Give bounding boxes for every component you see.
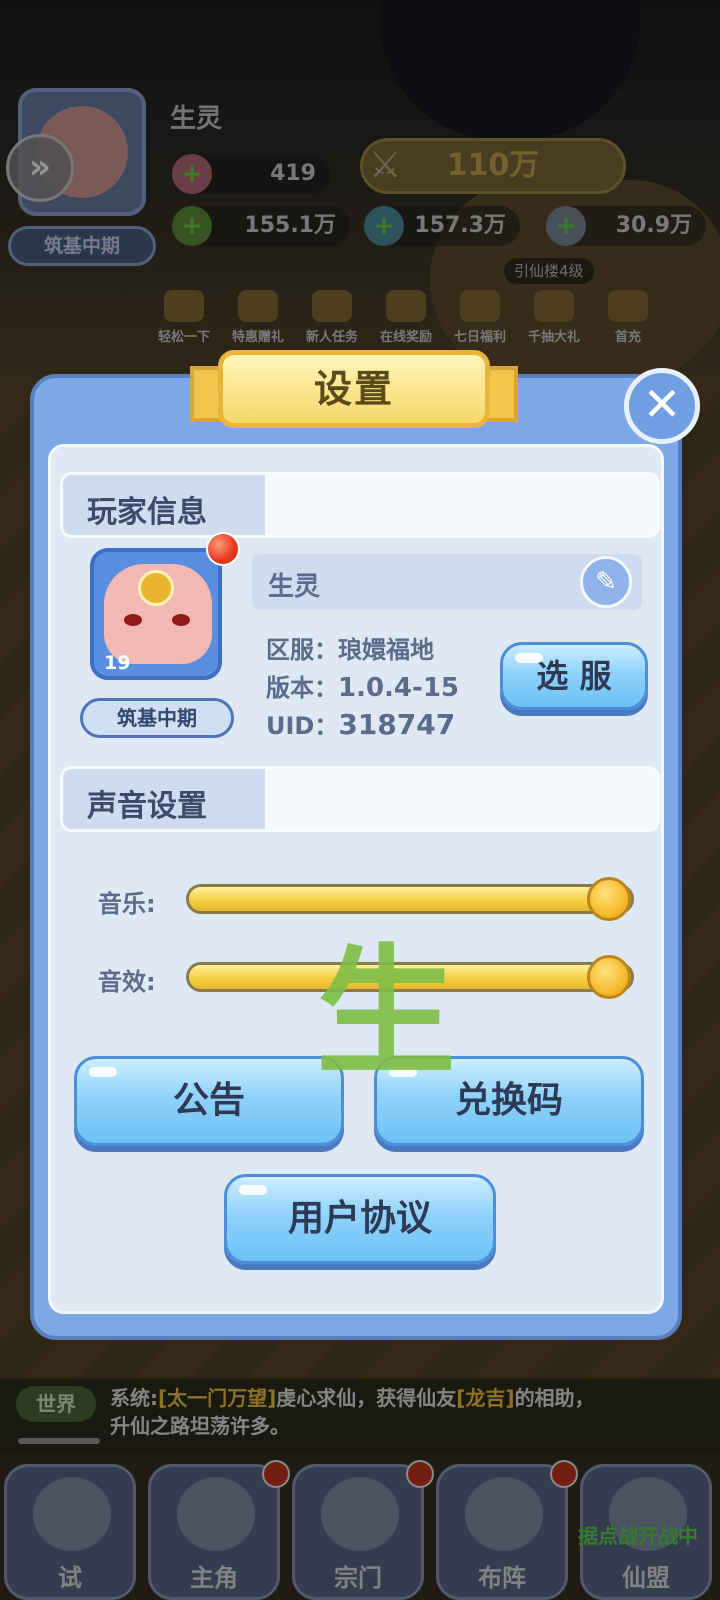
- announcement-button[interactable]: 公告: [74, 1056, 344, 1146]
- close-icon[interactable]: ✕: [624, 368, 700, 444]
- uid-label: UID：: [266, 712, 339, 740]
- music-slider-knob[interactable]: [587, 877, 631, 921]
- section-title: 玩家信息: [87, 495, 207, 530]
- avatar-level: 19: [104, 652, 131, 674]
- player-name: 生灵: [268, 572, 321, 602]
- sfx-label: 音效:: [98, 968, 156, 996]
- server-value: 琅嬛福地: [338, 636, 434, 664]
- avatar-coin: [138, 570, 174, 606]
- version-value: 1.0.4-15: [338, 673, 459, 703]
- sound-settings-header: 声音设置: [60, 766, 660, 832]
- sfx-slider-knob[interactable]: [587, 955, 631, 999]
- avatar-eye: [124, 614, 142, 626]
- section-title: 声音设置: [87, 789, 207, 824]
- avatar-eye: [172, 614, 190, 626]
- player-avatar[interactable]: 19: [90, 548, 222, 680]
- uid-value: 318747: [338, 708, 456, 741]
- server-info: 区服：琅嬛福地: [266, 630, 434, 665]
- version-info: 版本：1.0.4-15: [266, 668, 459, 703]
- server-label: 区服：: [266, 636, 338, 664]
- realm-badge: 筑基中期: [80, 698, 234, 738]
- uid-info: UID：318747: [266, 706, 455, 741]
- dialog-title: 设置: [313, 367, 394, 411]
- select-server-button[interactable]: 选 服: [500, 642, 648, 710]
- user-agreement-button[interactable]: 用户协议: [224, 1174, 496, 1264]
- brush-icon[interactable]: ✎: [580, 556, 632, 608]
- player-name-field: 生灵 ✎: [252, 554, 642, 610]
- version-label: 版本：: [266, 674, 338, 702]
- player-info-header: 玩家信息: [60, 472, 660, 538]
- watermark: 生: [316, 932, 457, 1095]
- music-label: 音乐:: [98, 890, 156, 918]
- notification-dot: [206, 532, 240, 566]
